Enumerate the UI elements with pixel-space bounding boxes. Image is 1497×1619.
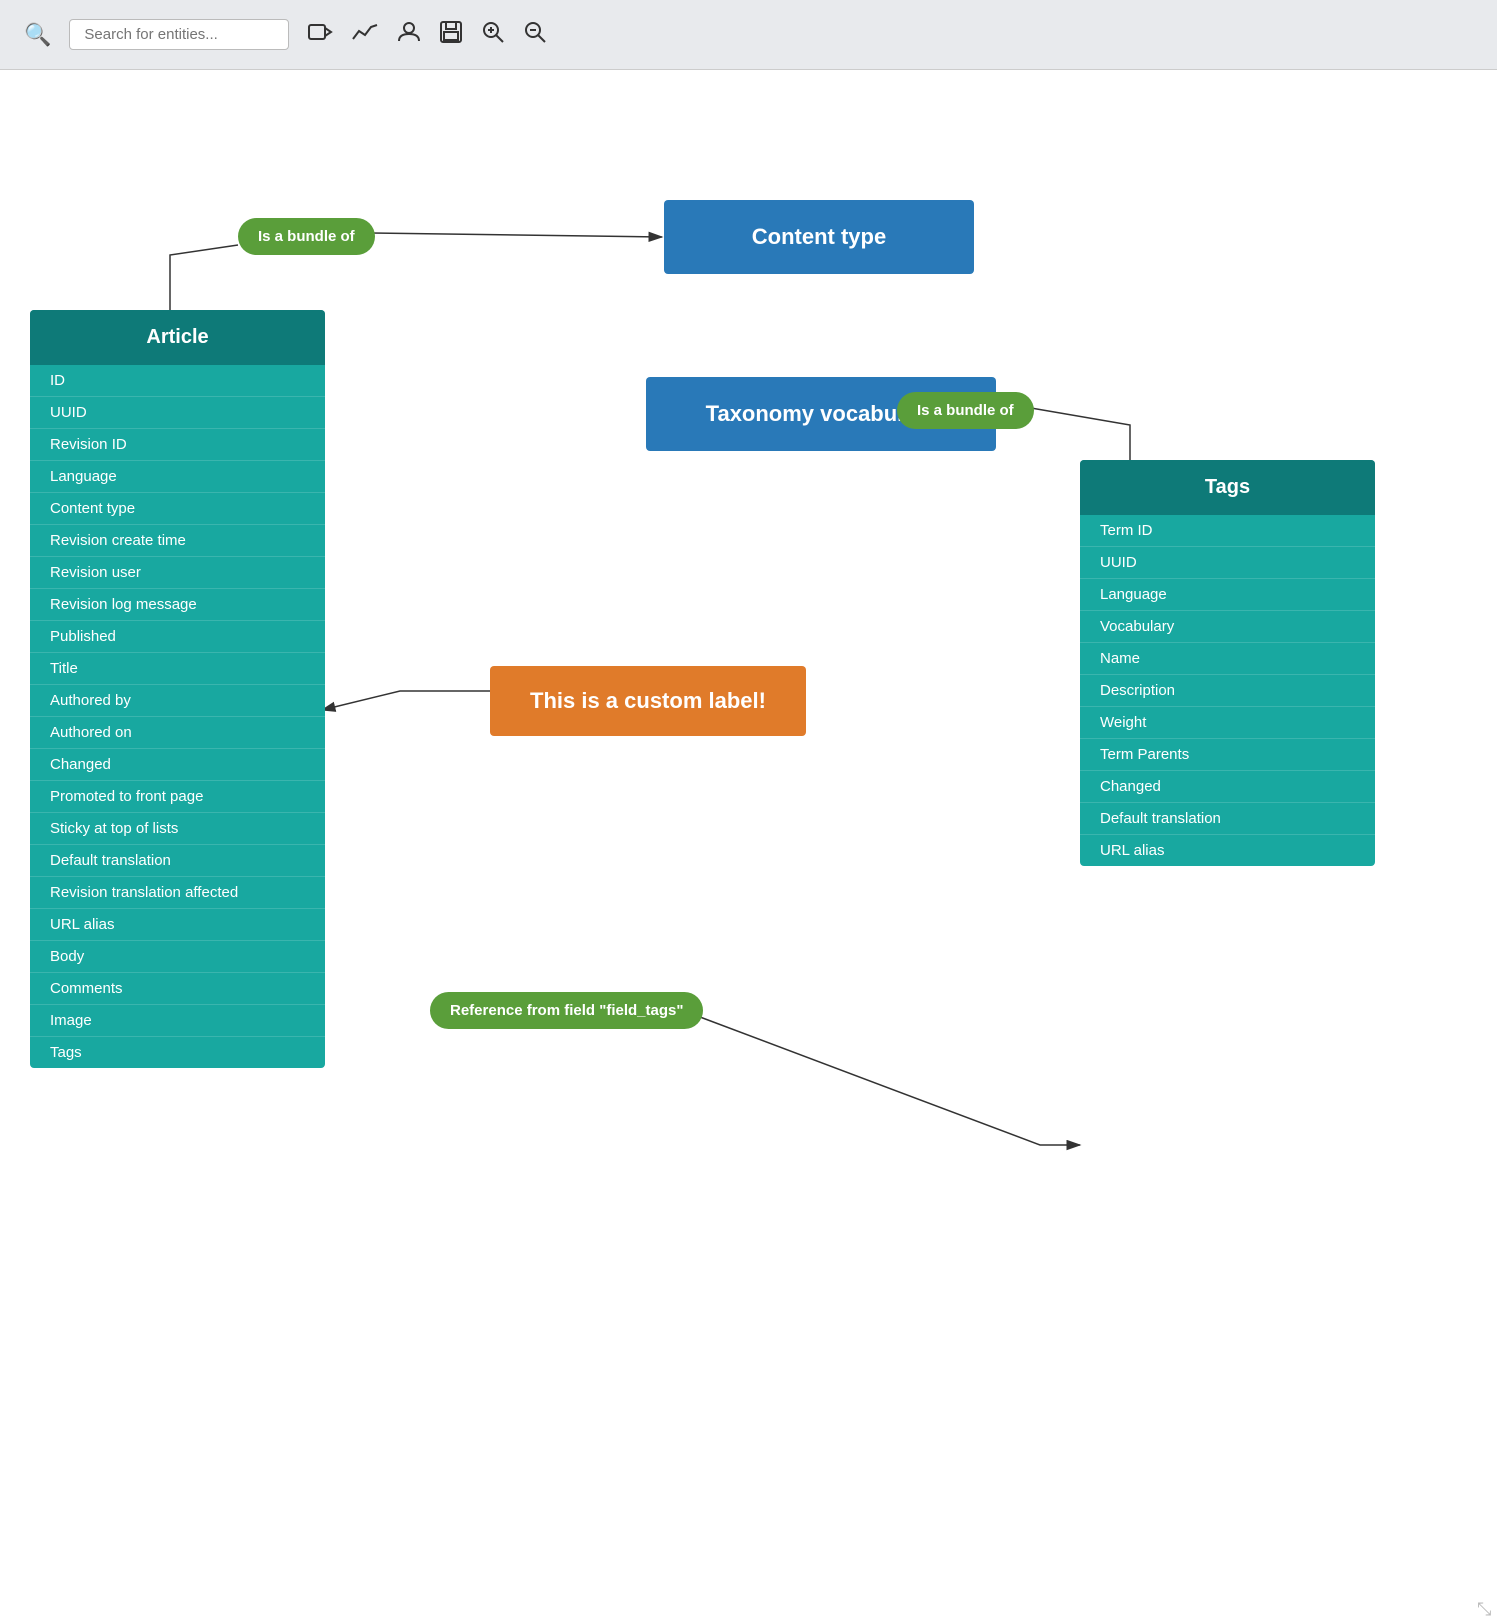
tag-field-description: Description	[1080, 675, 1375, 707]
tag-field-name: Name	[1080, 643, 1375, 675]
field-title: Title	[30, 653, 325, 685]
field-promoted: Promoted to front page	[30, 781, 325, 813]
tag-field-term-id: Term ID	[1080, 515, 1375, 547]
resize-handle[interactable]: ⤡	[1477, 1599, 1489, 1611]
article-header: Article	[30, 310, 325, 365]
save-icon[interactable]	[439, 20, 463, 50]
toolbar: 🔍	[0, 0, 1497, 70]
field-authored-by: Authored by	[30, 685, 325, 717]
search-input[interactable]	[69, 19, 289, 50]
tags-node[interactable]: Tags Term ID UUID Language Vocabulary Na…	[1080, 460, 1375, 866]
article-node[interactable]: Article ID UUID Revision ID Language Con…	[30, 310, 325, 1068]
tag-field-vocabulary: Vocabulary	[1080, 611, 1375, 643]
zoom-in-icon[interactable]	[481, 20, 505, 50]
field-revision-user: Revision user	[30, 557, 325, 589]
field-revision-create-time: Revision create time	[30, 525, 325, 557]
tag-field-default-translation: Default translation	[1080, 803, 1375, 835]
zoom-out-icon[interactable]	[523, 20, 547, 50]
canvas: Content type Taxonomy vocabulary Article…	[0, 70, 1497, 1619]
field-revision-translation: Revision translation affected	[30, 877, 325, 909]
reference-label[interactable]: Reference from field "field_tags"	[430, 992, 703, 1029]
field-body: Body	[30, 941, 325, 973]
tag-field-changed: Changed	[1080, 771, 1375, 803]
field-revision-id: Revision ID	[30, 429, 325, 461]
field-content-type: Content type	[30, 493, 325, 525]
content-type-label: Content type	[752, 224, 886, 250]
tag-field-term-parents: Term Parents	[1080, 739, 1375, 771]
content-type-node[interactable]: Content type	[664, 200, 974, 274]
field-sticky: Sticky at top of lists	[30, 813, 325, 845]
tag-field-uuid: UUID	[1080, 547, 1375, 579]
tag-field-weight: Weight	[1080, 707, 1375, 739]
field-language: Language	[30, 461, 325, 493]
field-tags: Tags	[30, 1037, 325, 1068]
search-icon[interactable]: 🔍	[24, 22, 51, 48]
field-authored-on: Authored on	[30, 717, 325, 749]
tag-icon[interactable]	[307, 21, 333, 49]
tag-field-url-alias: URL alias	[1080, 835, 1375, 866]
field-id: ID	[30, 365, 325, 397]
field-default-translation: Default translation	[30, 845, 325, 877]
trend-icon[interactable]	[351, 21, 379, 49]
field-url-alias: URL alias	[30, 909, 325, 941]
field-revision-log: Revision log message	[30, 589, 325, 621]
field-uuid: UUID	[30, 397, 325, 429]
custom-label[interactable]: This is a custom label!	[490, 666, 806, 736]
tag-field-language: Language	[1080, 579, 1375, 611]
field-published: Published	[30, 621, 325, 653]
field-image: Image	[30, 1005, 325, 1037]
field-changed: Changed	[30, 749, 325, 781]
person-icon[interactable]	[397, 20, 421, 50]
tags-header: Tags	[1080, 460, 1375, 515]
field-comments: Comments	[30, 973, 325, 1005]
is-bundle-of-label-2[interactable]: Is a bundle of	[897, 392, 1034, 429]
is-bundle-of-label-1[interactable]: Is a bundle of	[238, 218, 375, 255]
